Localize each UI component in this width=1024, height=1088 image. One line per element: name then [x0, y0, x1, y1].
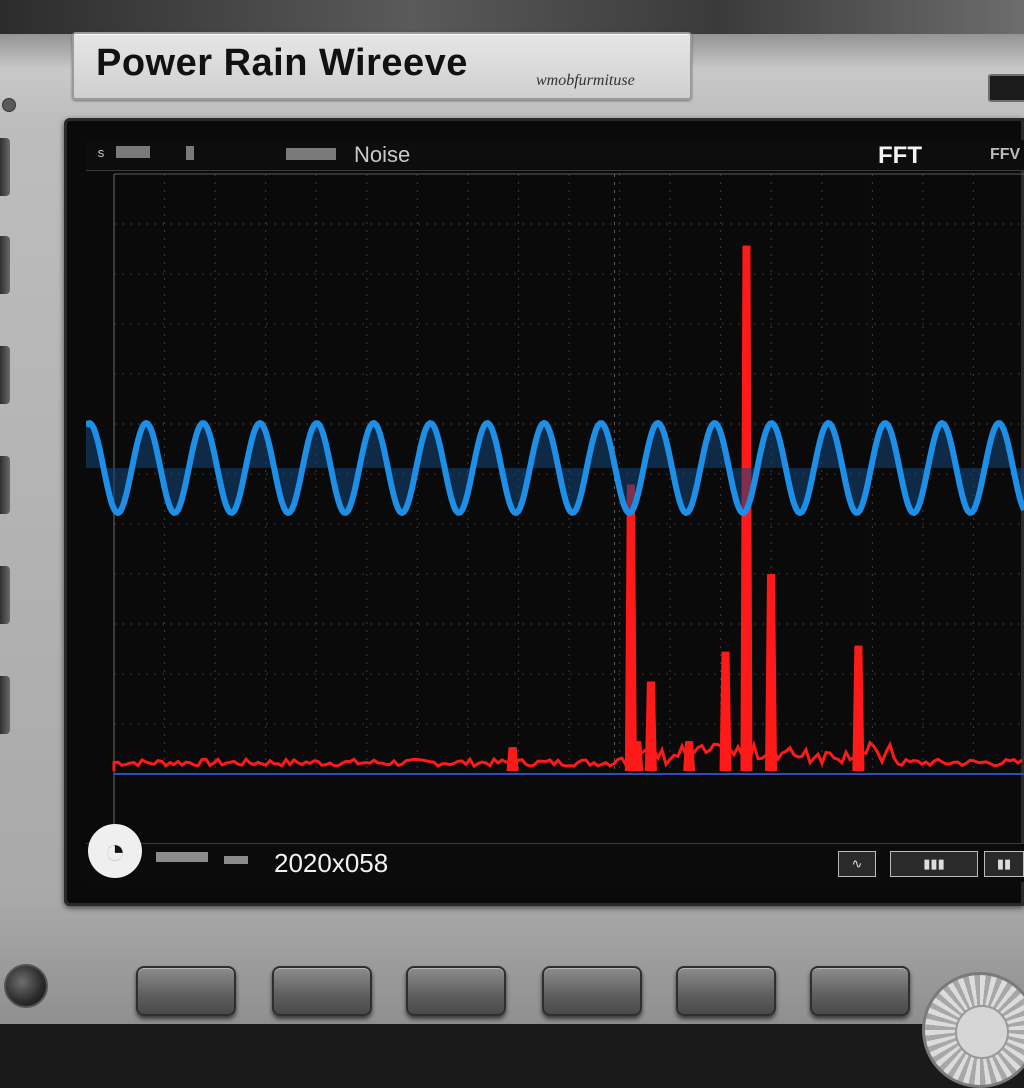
softkey-2[interactable] [272, 966, 372, 1016]
knob-cap [955, 1005, 1009, 1059]
bottom-status-block [156, 852, 208, 862]
menu-icon[interactable]: s [94, 146, 108, 160]
softkey-1[interactable] [136, 966, 236, 1016]
softkey-4[interactable] [542, 966, 642, 1016]
softkey-3[interactable] [406, 966, 506, 1016]
status-block [286, 148, 336, 160]
softkey-5[interactable] [676, 966, 776, 1016]
fft-peak [644, 681, 657, 771]
side-key-1[interactable] [0, 138, 10, 196]
fft-noise-floor [112, 739, 1023, 771]
brand-plate: Power Rain Wireeve wmobfurmituse [72, 32, 692, 100]
waveform-icon[interactable]: ∿ [838, 851, 876, 877]
background-blur [0, 0, 1024, 34]
adjust-knob[interactable] [922, 972, 1024, 1088]
brand-logo-icon: ◔ [88, 824, 142, 878]
fft-peak [852, 645, 865, 771]
status-led [2, 98, 16, 112]
softkey-row [0, 944, 1024, 1088]
fft-peak [631, 741, 644, 771]
bar-icon[interactable]: ▮▮▮ [890, 851, 978, 877]
power-button[interactable] [4, 964, 48, 1008]
fft-peak [765, 573, 778, 771]
display-status-bar: Noise FFT FFV [86, 140, 1024, 171]
fft-peak [624, 484, 637, 771]
fft-peak [683, 741, 696, 771]
bar-icon[interactable]: ▮▮ [984, 851, 1024, 877]
side-key-4[interactable] [0, 456, 10, 514]
fft-mode-label[interactable]: FFT [878, 142, 922, 170]
usb-port [988, 74, 1024, 102]
bottom-status-block [224, 856, 248, 864]
softkey-6[interactable] [810, 966, 910, 1016]
status-right-label: FFV [990, 146, 1021, 163]
side-key-6[interactable] [0, 676, 10, 734]
fft-peak [719, 651, 732, 771]
noise-waveform [86, 420, 1024, 516]
status-block [186, 146, 194, 160]
side-key-5[interactable] [0, 566, 10, 624]
waveform-plot [86, 173, 1024, 834]
brand-title: Power Rain Wireeve [96, 42, 468, 84]
fft-peak [506, 747, 519, 771]
side-key-3[interactable] [0, 346, 10, 404]
display-bottom-bar [86, 843, 1024, 882]
status-block [116, 146, 150, 158]
brand-subtitle: wmobfurmituse [536, 72, 635, 89]
noise-channel-label[interactable]: Noise [354, 142, 410, 168]
side-key-2[interactable] [0, 236, 10, 294]
coordinate-readout: 2020x058 [274, 848, 389, 878]
